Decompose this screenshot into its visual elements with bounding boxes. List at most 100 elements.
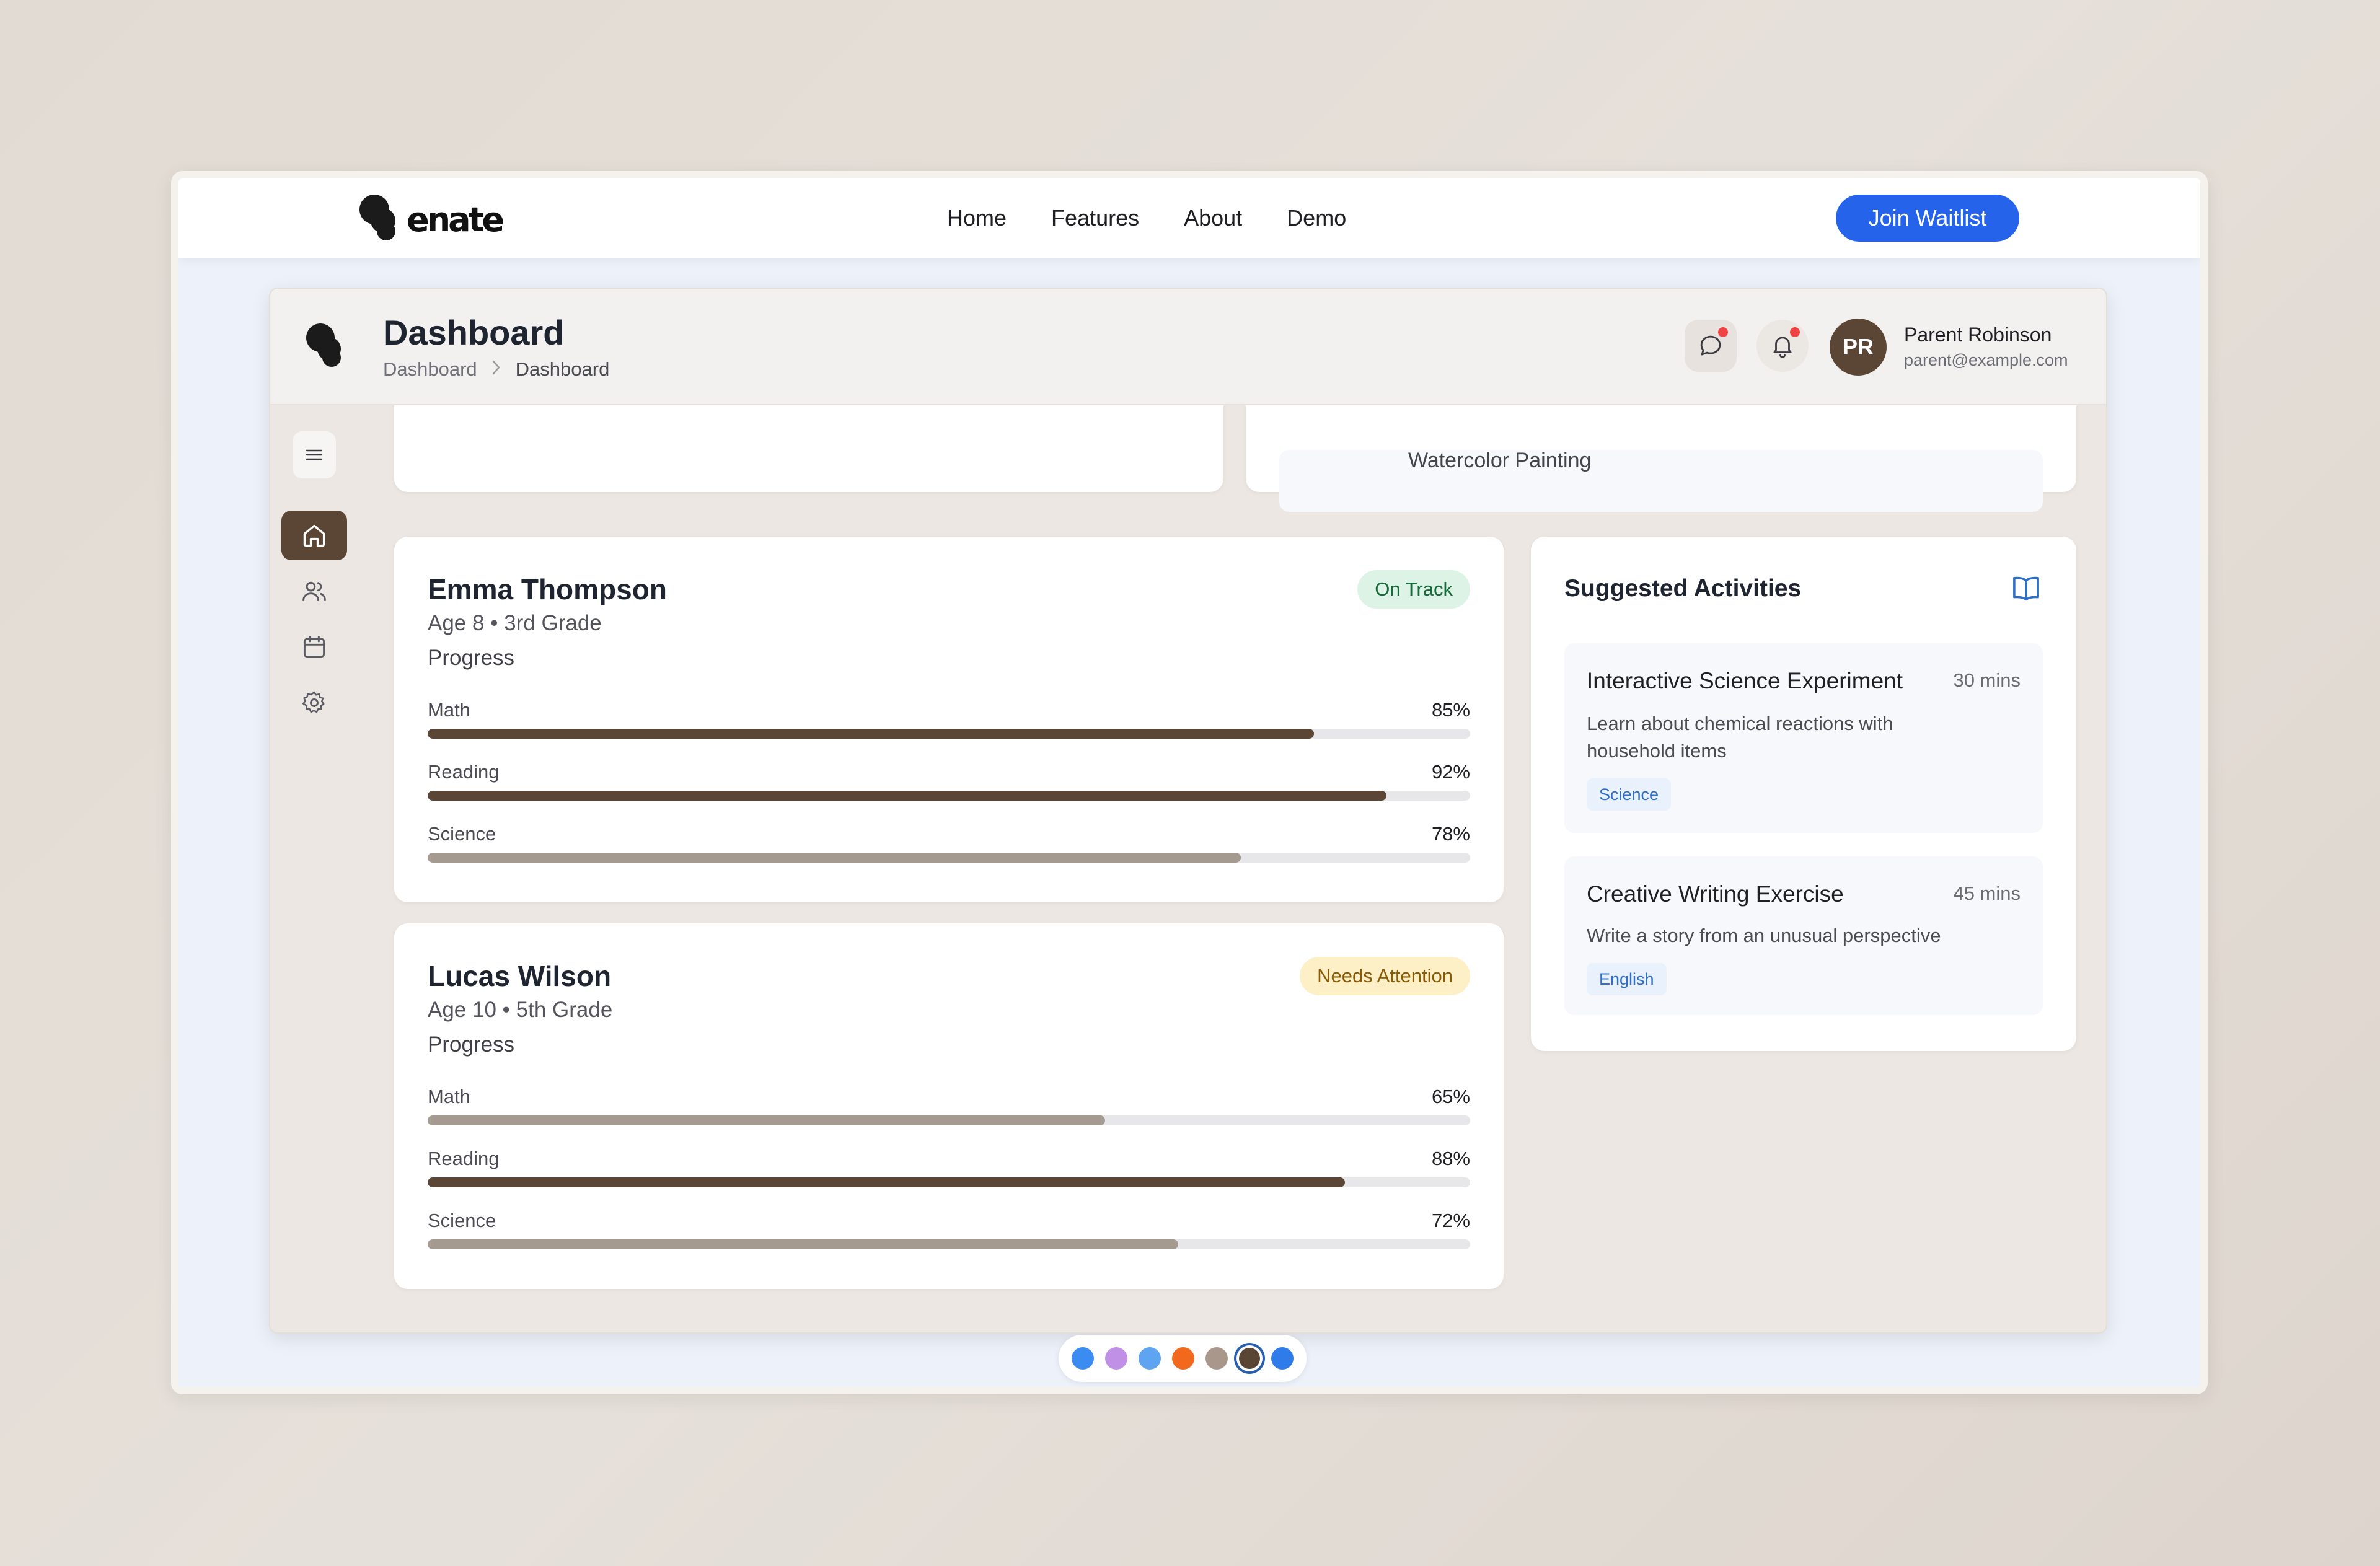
subject-label: Math bbox=[428, 699, 470, 721]
subject-label: Reading bbox=[428, 1148, 500, 1169]
settings-icon bbox=[302, 691, 325, 713]
home-icon bbox=[303, 524, 325, 547]
screen: enate Home Features About Demo Join Wait… bbox=[178, 178, 2200, 1387]
progress-bar bbox=[428, 1115, 1470, 1125]
app-logo-icon[interactable] bbox=[306, 323, 350, 373]
messages-unread-dot bbox=[1718, 327, 1728, 337]
activity-duration: 45 mins bbox=[1953, 882, 2021, 904]
breadcrumb-item-root[interactable]: Dashboard bbox=[383, 358, 477, 381]
theme-color-swatch[interactable] bbox=[1105, 1347, 1127, 1370]
breadcrumb: Dashboard Dashboard bbox=[383, 358, 609, 381]
child-meta: Age 8 • 3rd Grade bbox=[428, 611, 602, 635]
suggested-activities-card: Suggested Activities Interactive Science… bbox=[1531, 537, 2076, 1051]
activity-description: Learn about chemical reactions with hous… bbox=[1587, 713, 1893, 762]
activity-tag: Science bbox=[1587, 778, 1672, 811]
avatar[interactable]: PR bbox=[1830, 319, 1887, 376]
child-name: Lucas Wilson bbox=[428, 960, 612, 992]
progress-bar-fill bbox=[428, 1177, 1346, 1187]
progress-heading: Progress bbox=[428, 1032, 515, 1057]
activity-item[interactable]: Interactive Science Experiment 30 mins L… bbox=[1564, 643, 2043, 833]
notifications-unread-dot bbox=[1790, 327, 1800, 337]
subject-label: Science bbox=[428, 823, 496, 845]
messages-button[interactable] bbox=[1685, 320, 1737, 372]
calendar-icon bbox=[303, 636, 325, 658]
theme-color-swatch[interactable] bbox=[1271, 1347, 1294, 1370]
subject-label: Science bbox=[428, 1210, 496, 1231]
subject-row-science: Science 72% bbox=[428, 1210, 1470, 1249]
subject-row-science: Science 78% bbox=[428, 823, 1470, 863]
join-waitlist-button[interactable]: Join Waitlist bbox=[1836, 195, 2019, 242]
subject-percent: 85% bbox=[1431, 699, 1470, 721]
subject-label: Reading bbox=[428, 761, 500, 783]
subject-row-math: Math 85% bbox=[428, 699, 1470, 739]
activity-item[interactable]: Creative Writing Exercise 45 mins Write … bbox=[1564, 856, 2043, 1015]
logo-text: enate bbox=[407, 200, 505, 239]
sidebar-item-settings[interactable] bbox=[281, 678, 347, 728]
chevron-right-icon bbox=[491, 359, 502, 380]
sidebar-item-home[interactable] bbox=[281, 511, 347, 560]
progress-bar bbox=[428, 853, 1470, 863]
progress-bar-fill bbox=[428, 791, 1387, 801]
menu-toggle-button[interactable] bbox=[293, 431, 336, 478]
theme-color-swatch[interactable] bbox=[1205, 1347, 1228, 1370]
theme-color-swatch[interactable] bbox=[1172, 1347, 1194, 1370]
activity-row-title: Watercolor Painting bbox=[1408, 449, 1592, 472]
logo-mark-icon bbox=[359, 195, 403, 244]
progress-bar-fill bbox=[428, 1115, 1106, 1125]
user-name: Parent Robinson bbox=[1904, 323, 2052, 346]
nav-about[interactable]: About bbox=[1184, 205, 1242, 231]
subject-percent: 72% bbox=[1431, 1210, 1470, 1231]
child-name: Emma Thompson bbox=[428, 573, 667, 605]
chat-bubble-icon bbox=[1700, 335, 1721, 356]
activity-description: Write a story from an unusual perspectiv… bbox=[1587, 925, 1941, 946]
sidebar-item-calendar[interactable] bbox=[281, 622, 347, 672]
user-email: parent@example.com bbox=[1904, 351, 2068, 369]
theme-color-swatch[interactable] bbox=[1239, 1348, 1260, 1369]
notifications-button[interactable] bbox=[1756, 320, 1809, 372]
activity-row: Watercolor Painting bbox=[1279, 449, 2043, 512]
theme-color-swatch[interactable] bbox=[1139, 1347, 1161, 1370]
nav-demo[interactable]: Demo bbox=[1287, 205, 1346, 231]
open-book-icon[interactable] bbox=[2009, 571, 2043, 608]
child-card-lucas[interactable]: Lucas Wilson Age 10 • 5th Grade Progress… bbox=[394, 923, 1504, 1289]
subject-percent: 88% bbox=[1431, 1148, 1470, 1169]
status-badge: On Track bbox=[1357, 570, 1470, 609]
nav-home[interactable]: Home bbox=[947, 205, 1007, 231]
site-navbar: enate Home Features About Demo Join Wait… bbox=[178, 178, 2200, 258]
subject-row-reading: Reading 88% bbox=[428, 1148, 1470, 1187]
dashboard-app: Dashboard Dashboard Dashboard PR Parent … bbox=[269, 288, 2107, 1334]
theme-color-picker bbox=[1059, 1335, 1307, 1382]
activity-duration: 30 mins bbox=[1953, 669, 2021, 691]
progress-bar bbox=[428, 729, 1470, 739]
subject-row-math: Math 65% bbox=[428, 1086, 1470, 1125]
activity-title: Interactive Science Experiment bbox=[1587, 668, 1903, 693]
progress-bar bbox=[428, 1239, 1470, 1249]
breadcrumb-item-current: Dashboard bbox=[515, 358, 610, 380]
site-nav-links: Home Features About Demo bbox=[947, 178, 1346, 258]
progress-bar-fill bbox=[428, 853, 1241, 863]
browser-frame: enate Home Features About Demo Join Wait… bbox=[171, 171, 2208, 1394]
subject-percent: 92% bbox=[1431, 761, 1470, 783]
progress-bar bbox=[428, 1177, 1470, 1187]
site-logo[interactable]: enate bbox=[359, 195, 505, 244]
child-meta: Age 10 • 5th Grade bbox=[428, 998, 613, 1022]
subject-label: Math bbox=[428, 1086, 470, 1107]
subject-percent: 78% bbox=[1431, 823, 1470, 845]
nav-features[interactable]: Features bbox=[1051, 205, 1139, 231]
hamburger-icon bbox=[306, 449, 323, 460]
theme-color-swatch[interactable] bbox=[1072, 1347, 1094, 1370]
app-header: Dashboard Dashboard Dashboard PR Parent … bbox=[270, 289, 2106, 405]
users-icon bbox=[302, 581, 326, 602]
activity-tag: English bbox=[1587, 963, 1667, 995]
status-badge: Needs Attention bbox=[1300, 957, 1470, 995]
progress-bar-fill bbox=[428, 1239, 1179, 1249]
progress-heading: Progress bbox=[428, 646, 515, 670]
page-title: Dashboard bbox=[383, 313, 565, 352]
subject-percent: 65% bbox=[1431, 1086, 1470, 1107]
subject-row-reading: Reading 92% bbox=[428, 761, 1470, 801]
sidebar-item-children[interactable] bbox=[281, 566, 347, 616]
progress-bar bbox=[428, 791, 1470, 801]
progress-bar-fill bbox=[428, 729, 1314, 739]
bell-icon bbox=[1773, 337, 1792, 358]
child-card-emma[interactable]: Emma Thompson Age 8 • 3rd Grade Progress… bbox=[394, 537, 1504, 902]
